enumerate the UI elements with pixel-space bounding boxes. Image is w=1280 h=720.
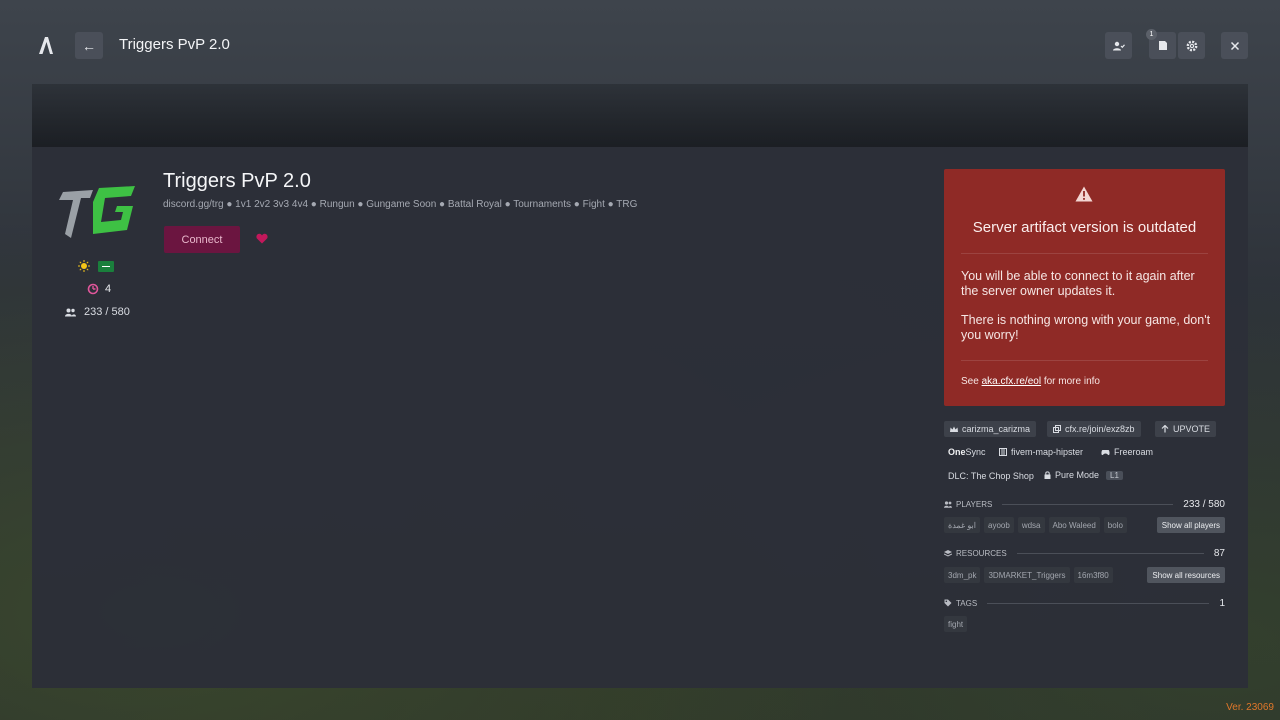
pure-mode-info: Pure Mode L1 bbox=[1044, 470, 1123, 480]
close-icon bbox=[1230, 41, 1239, 50]
page-title: Triggers PvP 2.0 bbox=[119, 36, 230, 53]
section-divider bbox=[1002, 503, 1174, 505]
arrow-left-icon: ← bbox=[82, 37, 96, 54]
eol-info-link[interactable]: aka.cfx.re/eol bbox=[982, 376, 1041, 387]
resource-item: 16m3f80 bbox=[1073, 567, 1113, 583]
owner-name: carizma_carizma bbox=[962, 424, 1031, 434]
player-count-value: 233 / 580 bbox=[84, 306, 130, 318]
top-bar: ← Triggers PvP 2.0 1 bbox=[0, 0, 1280, 90]
resource-item: 3dm_pk bbox=[944, 567, 981, 583]
players-label: PLAYERS bbox=[944, 500, 992, 509]
favorite-heart-icon[interactable] bbox=[256, 233, 268, 244]
boost-icon bbox=[87, 283, 99, 295]
player-item: ayoob bbox=[984, 517, 1014, 533]
map-icon bbox=[999, 448, 1007, 456]
server-badges bbox=[78, 260, 114, 272]
pure-mode-text: Pure Mode bbox=[1055, 470, 1100, 480]
warning-triangle-icon bbox=[1075, 186, 1093, 202]
settings-button[interactable] bbox=[1178, 32, 1205, 59]
players-label-text: PLAYERS bbox=[956, 499, 993, 509]
users-icon bbox=[944, 500, 952, 508]
server-banner bbox=[32, 84, 1248, 147]
copy-icon bbox=[1053, 425, 1061, 433]
map-name: fivem-map-hipster bbox=[1011, 447, 1084, 457]
outdated-warning-box: Server artifact version is outdated You … bbox=[944, 169, 1225, 406]
show-all-players-button[interactable]: Show all players bbox=[1156, 517, 1225, 533]
server-logo bbox=[59, 186, 135, 238]
users-icon bbox=[65, 308, 76, 316]
lock-icon bbox=[1044, 471, 1051, 479]
show-all-resources-button[interactable]: Show all resources bbox=[1147, 567, 1225, 583]
section-divider bbox=[987, 602, 1210, 604]
account-button[interactable] bbox=[1105, 32, 1132, 59]
connect-button[interactable]: Connect bbox=[164, 226, 240, 253]
resources-count: 87 bbox=[1213, 547, 1225, 559]
tags-count: 1 bbox=[1219, 597, 1225, 609]
warning-see-text: See bbox=[961, 376, 979, 387]
dlc-info: DLC: The Chop Shop bbox=[948, 471, 1034, 481]
player-item: ابو غمدة bbox=[944, 517, 981, 533]
notification-badge: 1 bbox=[1146, 29, 1157, 40]
pure-mode-level: L1 bbox=[1106, 470, 1123, 480]
boost-count: 4 bbox=[87, 283, 111, 295]
section-divider bbox=[1016, 552, 1204, 554]
gametype-info: Freeroam bbox=[1101, 447, 1153, 457]
join-link-text: cfx.re/join/exz8zb bbox=[1065, 424, 1135, 434]
gear-icon bbox=[1186, 40, 1197, 51]
tag-item[interactable]: fight bbox=[944, 616, 968, 632]
join-link-chip[interactable]: cfx.re/join/exz8zb bbox=[1047, 421, 1141, 437]
arrow-up-icon bbox=[1161, 425, 1169, 433]
warning-divider bbox=[961, 253, 1208, 254]
onesync-one: One bbox=[948, 447, 966, 457]
resource-item: 3DMARKET_Triggers bbox=[984, 567, 1070, 583]
tags-label: TAGS bbox=[944, 599, 977, 608]
resources-list: 3dm_pk 3DMARKET_Triggers 16m3f80 Show al… bbox=[944, 567, 1225, 583]
layers-icon bbox=[944, 549, 952, 557]
flag-saudi-arabia-icon bbox=[98, 260, 114, 272]
owner-chip[interactable]: carizma_carizma bbox=[944, 421, 1037, 437]
warning-more-text: for more info bbox=[1043, 376, 1100, 387]
resources-section-header: RESOURCES 87 bbox=[944, 546, 1225, 560]
resources-label-text: RESOURCES bbox=[956, 548, 1007, 558]
tag-icon bbox=[944, 599, 952, 607]
dlc-text: DLC: The Chop Shop bbox=[948, 471, 1034, 481]
players-list: ابو غمدة ayoob wdsa Abo Waleed bolo Show… bbox=[944, 517, 1225, 533]
onesync-badge: OneSync bbox=[948, 447, 986, 457]
close-button[interactable] bbox=[1221, 32, 1248, 59]
player-item: Abo Waleed bbox=[1048, 517, 1100, 533]
warning-body: You will be able to connect to it again … bbox=[961, 269, 1211, 343]
warning-title: Server artifact version is outdated bbox=[972, 219, 1197, 236]
crown-icon bbox=[950, 426, 958, 432]
player-item: wdsa bbox=[1017, 517, 1045, 533]
gamepad-icon bbox=[1101, 449, 1110, 455]
upvote-label: UPVOTE bbox=[1173, 424, 1211, 434]
document-icon bbox=[1158, 41, 1167, 50]
tags-list: fight bbox=[944, 616, 1225, 632]
players-section-header: PLAYERS 233 / 580 bbox=[944, 497, 1225, 511]
warning-divider bbox=[961, 360, 1208, 361]
app-logo-icon[interactable] bbox=[37, 35, 55, 55]
warning-footer: See aka.cfx.re/eol for more info bbox=[961, 376, 1100, 387]
boost-count-value: 4 bbox=[105, 283, 112, 295]
gametype-name: Freeroam bbox=[1114, 447, 1154, 457]
server-title: Triggers PvP 2.0 bbox=[163, 170, 311, 192]
players-count: 233 / 580 bbox=[1183, 498, 1225, 510]
player-item: bolo bbox=[1103, 517, 1127, 533]
tags-label-text: TAGS bbox=[956, 598, 978, 608]
sun-icon bbox=[78, 260, 90, 272]
version-label: Ver. 23069 bbox=[1226, 702, 1274, 713]
warning-text-2: There is nothing wrong with your game, d… bbox=[961, 313, 1211, 342]
back-button[interactable]: ← bbox=[75, 32, 103, 59]
tags-section-header: TAGS 1 bbox=[944, 596, 1225, 610]
onesync-sync: Sync bbox=[965, 447, 986, 457]
resources-label: RESOURCES bbox=[944, 549, 1007, 558]
upvote-button[interactable]: UPVOTE bbox=[1155, 421, 1217, 437]
player-count: 233 / 580 bbox=[65, 306, 130, 318]
map-info: fivem-map-hipster bbox=[999, 447, 1083, 457]
user-check-icon bbox=[1112, 41, 1125, 50]
warning-text-1: You will be able to connect to it again … bbox=[961, 269, 1195, 298]
server-description: discord.gg/trg ● 1v1 2v2 3v3 4v4 ● Rungu… bbox=[163, 199, 638, 210]
